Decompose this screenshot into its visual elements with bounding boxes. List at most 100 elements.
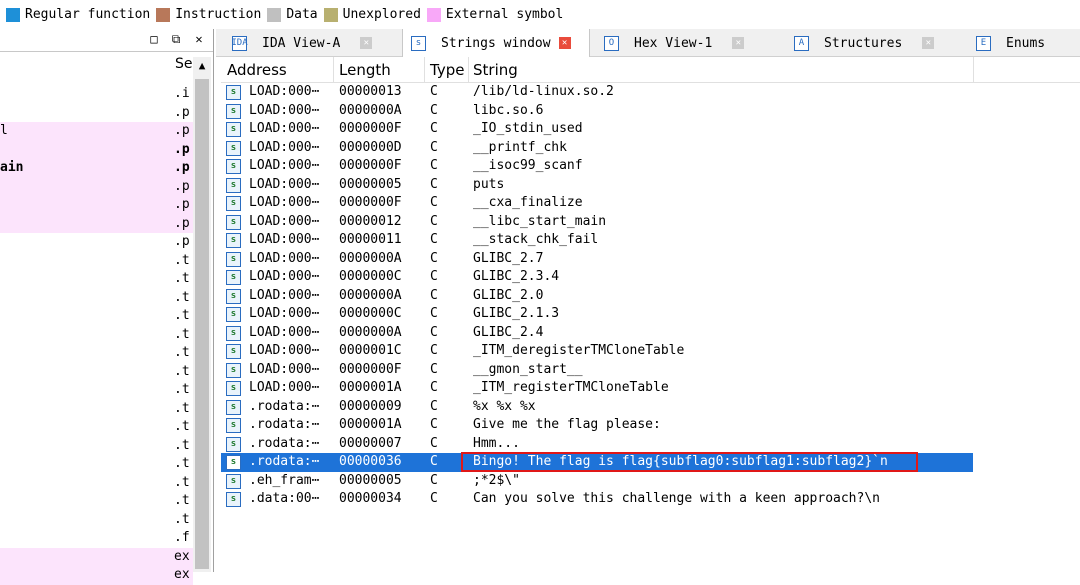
length-cell: 0000000F xyxy=(339,158,402,173)
function-row[interactable]: .p xyxy=(0,177,193,196)
function-row[interactable]: .t xyxy=(0,252,193,271)
tab-strings-window[interactable]: s Strings window ✕ xyxy=(402,29,590,57)
tab-hex-view-1[interactable]: O Hex View-1 ✕ xyxy=(596,29,776,57)
functions-scrollbar[interactable]: ▲ xyxy=(193,57,211,572)
function-row[interactable]: .t xyxy=(0,270,193,289)
string-row[interactable]: s .rodata:⋯ 00000009 C %x %x %x xyxy=(221,398,1080,417)
tab-label: Strings window xyxy=(441,35,551,51)
function-row[interactable]: .t xyxy=(0,418,193,437)
string-row[interactable]: s LOAD:000⋯ 0000001A C _ITM_registerTMCloneT… xyxy=(221,379,1080,398)
function-row[interactable]: .t xyxy=(0,400,193,419)
string-cell: _ITM_registerTMCloneTable xyxy=(473,380,669,395)
string-row[interactable]: s .rodata:⋯ 00000036 C Bingo! The flag is fl… xyxy=(221,452,973,472)
float-icon[interactable]: ⧉ xyxy=(168,32,184,47)
length-cell: 0000000A xyxy=(339,287,402,303)
string-row[interactable]: s LOAD:000⋯ 00000011 C __stack_chk_fail xyxy=(221,231,1080,250)
functions-pane-titlebar: □ ⧉ ✕ xyxy=(0,29,213,52)
string-icon: s xyxy=(226,362,241,378)
legend-swatch xyxy=(426,7,441,22)
scroll-thumb[interactable] xyxy=(195,79,209,569)
string-cell: __isoc99_scanf xyxy=(473,158,583,173)
function-row[interactable]: ain .p xyxy=(0,159,193,178)
string-row[interactable]: s LOAD:000⋯ 0000000F C _IO_stdin_used xyxy=(221,120,1080,139)
column-length[interactable]: Length xyxy=(339,61,391,79)
function-segment: .t xyxy=(174,419,190,434)
function-row[interactable]: .t xyxy=(0,344,193,363)
function-row[interactable]: .t xyxy=(0,455,193,474)
function-row[interactable]: .i xyxy=(0,85,193,104)
function-row[interactable]: .p xyxy=(0,214,193,233)
column-type[interactable]: Type xyxy=(430,61,464,79)
function-row[interactable]: .t xyxy=(0,437,193,456)
string-row[interactable]: s LOAD:000⋯ 0000000A C GLIBC_2.4 xyxy=(221,324,1080,343)
type-cell: C xyxy=(430,380,438,395)
address-cell: LOAD:000⋯ xyxy=(249,139,320,155)
legend-swatch xyxy=(6,7,20,22)
legend-label: External symbol xyxy=(445,7,564,22)
string-row[interactable]: s .eh_fram⋯ 00000005 C ;*2$\" xyxy=(221,472,1080,491)
tab-ida-view-a[interactable]: IDA IDA View-A ✕ xyxy=(224,29,394,57)
string-row[interactable]: s LOAD:000⋯ 00000012 C __libc_start_main xyxy=(221,213,1080,232)
segment-column-header[interactable]: Se xyxy=(175,56,193,72)
address-cell: LOAD:000⋯ xyxy=(249,380,320,395)
tab-close-icon[interactable]: ✕ xyxy=(558,37,571,49)
function-row[interactable]: .t xyxy=(0,511,193,530)
address-cell: LOAD:000⋯ xyxy=(249,158,320,173)
address-cell: .rodata:⋯ xyxy=(249,435,320,451)
scroll-up-icon[interactable]: ▲ xyxy=(193,57,211,75)
function-row[interactable]: .t xyxy=(0,326,193,345)
function-segment: .f xyxy=(174,530,190,545)
tab-close-icon[interactable]: ✕ xyxy=(922,37,935,49)
string-row[interactable]: s LOAD:000⋯ 0000000F C __cxa_finalize xyxy=(221,194,1080,213)
tab-structures[interactable]: A Structures ✕ xyxy=(786,29,960,57)
address-cell: .rodata:⋯ xyxy=(249,398,320,414)
tab-close-icon[interactable]: ✕ xyxy=(360,37,373,49)
length-cell: 00000013 xyxy=(339,84,402,99)
function-row[interactable]: .t xyxy=(0,289,193,308)
string-row[interactable]: s LOAD:000⋯ 0000000F C __gmon_start__ xyxy=(221,361,1080,380)
column-string[interactable]: String xyxy=(473,61,518,79)
type-cell: C xyxy=(430,417,438,432)
string-row[interactable]: s .rodata:⋯ 00000007 C Hmm... xyxy=(221,435,1080,454)
string-row[interactable]: s LOAD:000⋯ 00000005 Cputs xyxy=(221,176,1080,195)
string-row[interactable]: s LOAD:000⋯ 0000000A Clibc.so.6 xyxy=(221,102,1080,121)
function-row[interactable]: .p xyxy=(0,140,193,159)
function-row[interactable]: .f xyxy=(0,529,193,548)
string-row[interactable]: s LOAD:000⋯ 00000013 C/lib/ld-linux.so.2 xyxy=(221,83,1080,102)
string-icon: s xyxy=(226,325,241,341)
function-segment: .t xyxy=(174,326,190,342)
string-row[interactable]: s LOAD:000⋯ 0000000A C GLIBC_2.7 xyxy=(221,250,1080,269)
column-address[interactable]: Address xyxy=(227,61,287,79)
string-row[interactable]: s .rodata:⋯ 0000001A C Give me the flag plea… xyxy=(221,416,1080,435)
function-row[interactable]: .t xyxy=(0,474,193,493)
function-row[interactable]: l .p xyxy=(0,122,193,141)
function-row[interactable]: ex xyxy=(0,547,193,566)
string-row[interactable]: s LOAD:000⋯ 0000001C C _ITM_deregisterTMClon… xyxy=(221,342,1080,361)
function-row[interactable]: .t xyxy=(0,492,193,511)
close-icon[interactable]: ✕ xyxy=(191,32,207,46)
function-segment: .t xyxy=(174,308,190,323)
function-segment: .t xyxy=(174,345,190,360)
function-row[interactable]: ex xyxy=(0,566,193,585)
length-cell: 0000000F xyxy=(339,195,402,210)
function-row[interactable]: .p xyxy=(0,104,193,123)
function-segment: .p xyxy=(174,160,190,175)
function-row[interactable]: .t xyxy=(0,363,193,382)
string-row[interactable]: s LOAD:000⋯ 0000000C C GLIBC_2.1.3 xyxy=(221,305,1080,324)
tab-close-icon[interactable]: ✕ xyxy=(732,37,745,49)
string-row[interactable]: s LOAD:000⋯ 0000000D C __printf_chk xyxy=(221,139,1080,158)
string-row[interactable]: s LOAD:000⋯ 0000000F C __isoc99_scanf xyxy=(221,157,1080,176)
function-row[interactable]: .t xyxy=(0,307,193,326)
function-row[interactable]: .p xyxy=(0,233,193,252)
function-segment: .p xyxy=(174,178,190,194)
length-cell: 0000000A xyxy=(339,324,402,340)
tab-enums[interactable]: E Enums xyxy=(968,29,1080,57)
string-row[interactable]: s LOAD:000⋯ 0000000C C GLIBC_2.3.4 xyxy=(221,268,1080,287)
restore-icon[interactable]: □ xyxy=(146,32,162,46)
string-row[interactable]: s .data:00⋯ 00000034 C Can you solve this ch… xyxy=(221,490,1080,509)
string-row[interactable]: s LOAD:000⋯ 0000000A C GLIBC_2.0 xyxy=(221,287,1080,306)
type-cell: C xyxy=(430,343,438,358)
function-row[interactable]: .p xyxy=(0,196,193,215)
function-row[interactable]: .t xyxy=(0,381,193,400)
string-cell: GLIBC_2.0 xyxy=(473,287,544,303)
